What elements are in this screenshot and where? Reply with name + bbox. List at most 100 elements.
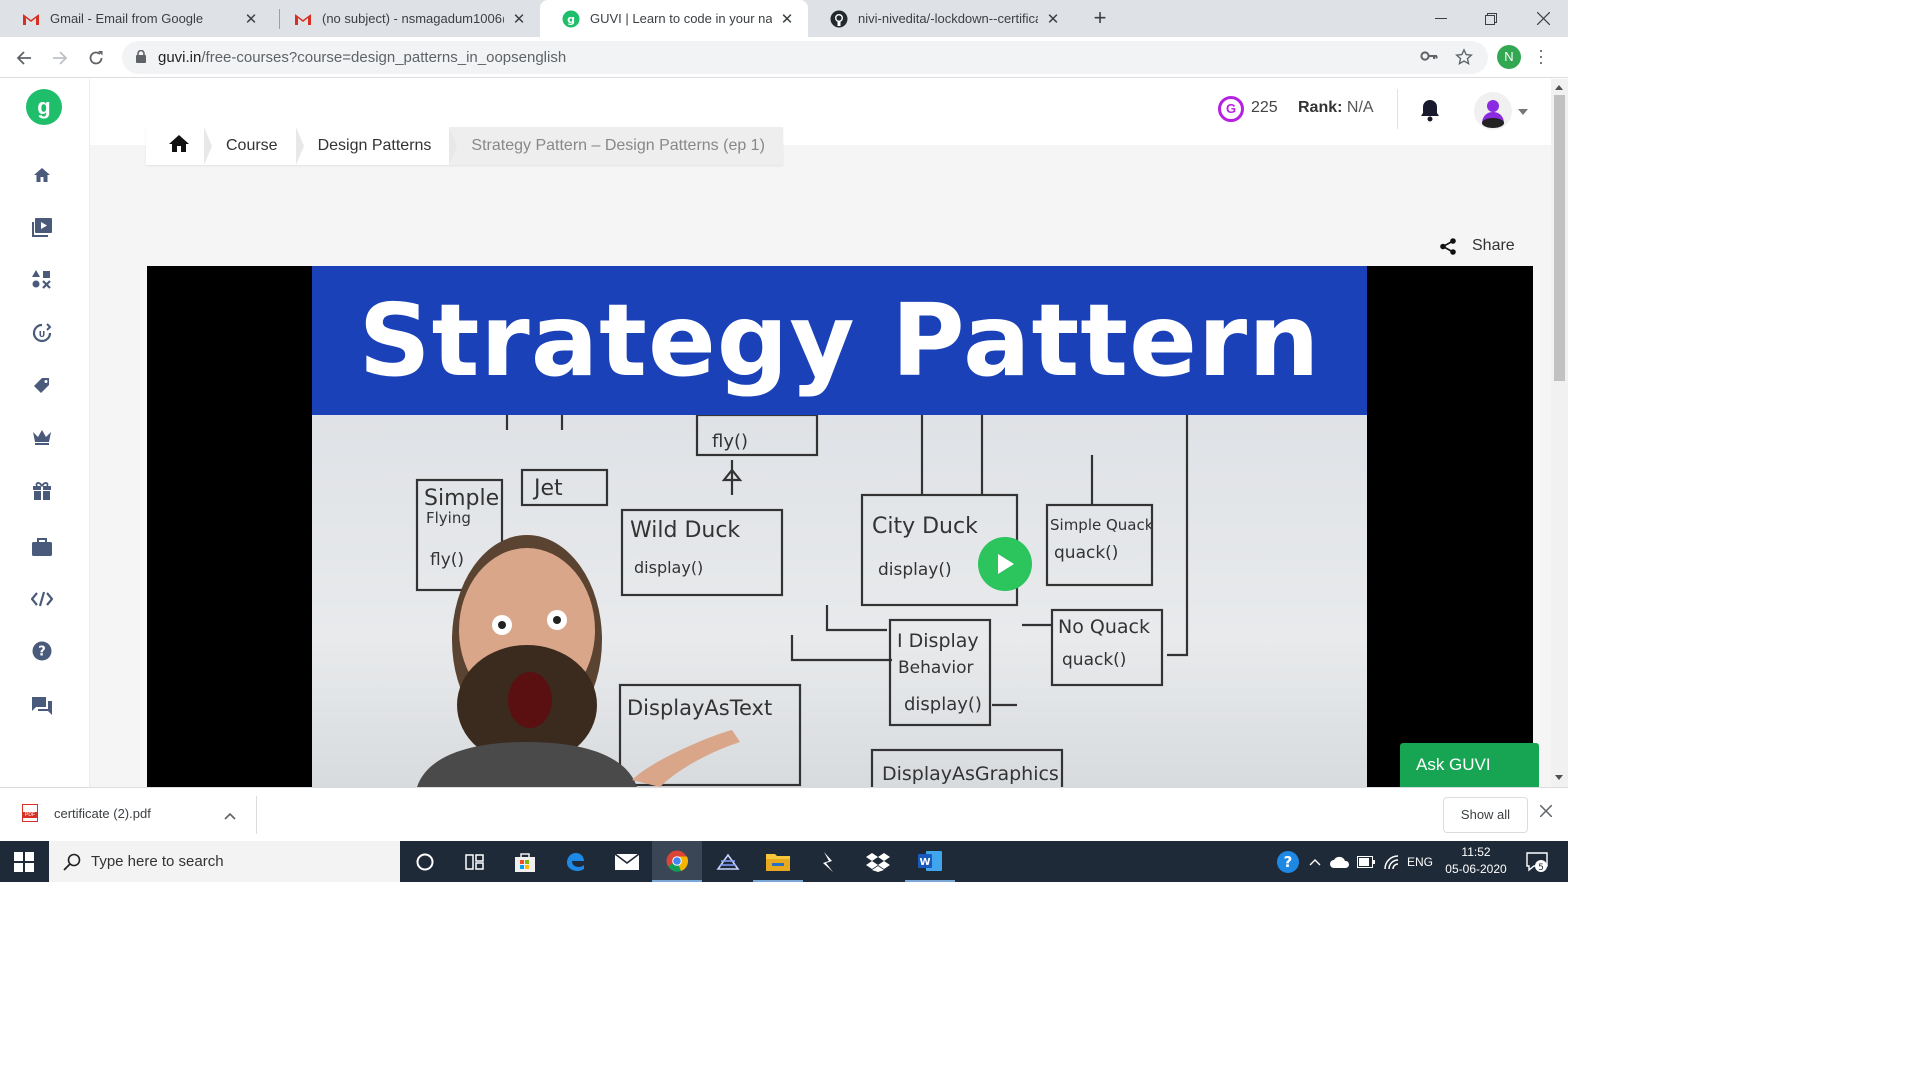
close-window-icon[interactable] xyxy=(1518,0,1568,37)
store-icon[interactable] xyxy=(500,841,550,882)
tab-no-subject[interactable]: (no subject) - nsmagadum1006@ ✕ xyxy=(272,0,540,37)
download-item[interactable]: certificate (2).pdf xyxy=(22,804,151,822)
tag-icon[interactable] xyxy=(31,375,53,397)
pdf-file-icon xyxy=(22,804,38,822)
webinar-icon[interactable]: U xyxy=(31,322,53,344)
action-center-icon[interactable]: 5 xyxy=(1526,851,1548,878)
share-label: Share xyxy=(1472,237,1515,254)
windows-start-icon[interactable] xyxy=(14,852,34,877)
svg-text:Flying: Flying xyxy=(426,509,471,527)
guvi-logo[interactable]: g xyxy=(26,89,62,125)
share-icon xyxy=(1440,237,1456,255)
chevron-up-icon[interactable] xyxy=(224,808,236,823)
scroll-down-arrow-icon[interactable] xyxy=(1555,775,1563,780)
url-path: /free-courses?course=design_patterns_in_… xyxy=(201,49,567,66)
chat-icon[interactable] xyxy=(31,695,53,717)
page-scrollbar[interactable] xyxy=(1551,79,1568,787)
help-icon[interactable]: ? xyxy=(31,640,53,662)
forward-arrow-icon[interactable] xyxy=(47,45,73,71)
browser-menu-icon[interactable]: · · · xyxy=(1538,41,1544,71)
help-tray-icon[interactable]: ? xyxy=(1276,841,1300,882)
edge-icon[interactable] xyxy=(550,841,600,882)
play-icon xyxy=(998,554,1014,574)
windows-taskbar: Type here to search W ? ENG 11:52 05-06-… xyxy=(0,841,1568,882)
show-all-button[interactable]: Show all xyxy=(1443,797,1528,833)
wifi-icon[interactable] xyxy=(1383,841,1401,882)
battery-icon[interactable] xyxy=(1357,841,1375,882)
reload-icon[interactable] xyxy=(83,45,109,71)
star-icon[interactable] xyxy=(1455,48,1473,71)
scroll-up-arrow-icon[interactable] xyxy=(1555,85,1563,90)
task-view-icon[interactable] xyxy=(450,841,500,882)
whiteboard-image: Simple Flying Jet Wild Duck display() Ci… xyxy=(312,413,1367,787)
svg-text:fly(): fly() xyxy=(430,550,464,570)
tab-guvi[interactable]: g GUVI | Learn to code in your nati ✕ xyxy=(540,0,808,37)
system-clock[interactable]: 11:52 05-06-2020 xyxy=(1440,844,1512,878)
video-player[interactable]: Strategy Pattern Simple Flying Jet Wild … xyxy=(147,266,1533,787)
chrome-icon[interactable] xyxy=(652,841,702,882)
cortana-icon[interactable] xyxy=(400,841,450,882)
svg-text:display(): display() xyxy=(634,558,703,577)
gift-icon[interactable] xyxy=(31,479,53,501)
onedrive-icon[interactable] xyxy=(1330,841,1350,882)
video-library-icon[interactable] xyxy=(31,216,53,238)
svg-text:quack(): quack() xyxy=(1054,543,1118,563)
tab-github[interactable]: nivi-nivedita/-lockdown--certifica ✕ xyxy=(808,0,1074,37)
app-icon-bolt[interactable] xyxy=(803,841,853,882)
app-icon-stars[interactable] xyxy=(703,841,753,882)
tab-gmail[interactable]: Gmail - Email from Google ✕ xyxy=(0,0,272,37)
breadcrumb-course[interactable]: Course xyxy=(204,127,304,165)
profile-avatar[interactable]: N xyxy=(1497,45,1521,69)
close-tab-icon[interactable]: ✕ xyxy=(778,10,796,28)
svg-text:quack(): quack() xyxy=(1062,650,1126,670)
rank-display: Rank: N/A xyxy=(1298,99,1374,117)
file-explorer-icon[interactable] xyxy=(753,841,803,882)
url-text: guvi.in/free-courses?course=design_patte… xyxy=(158,49,566,66)
close-download-bar-icon[interactable] xyxy=(1539,804,1553,822)
lock-icon xyxy=(136,49,146,68)
video-title-banner: Strategy Pattern xyxy=(312,266,1367,415)
play-button[interactable] xyxy=(978,537,1032,591)
svg-text:Wild Duck: Wild Duck xyxy=(630,518,740,543)
points-badge-icon: G xyxy=(1218,96,1244,122)
svg-text:I Display: I Display xyxy=(897,630,979,652)
url-host: guvi.in xyxy=(158,49,202,66)
key-icon[interactable] xyxy=(1420,49,1438,68)
home-icon[interactable] xyxy=(31,164,53,186)
svg-text:display(): display() xyxy=(904,694,982,715)
crown-icon[interactable] xyxy=(31,426,53,448)
code-icon[interactable] xyxy=(31,588,53,610)
ask-guvi-button[interactable]: Ask GUVI xyxy=(1400,743,1539,787)
address-bar[interactable]: guvi.in/free-courses?course=design_patte… xyxy=(122,41,1488,74)
word-icon[interactable]: W xyxy=(905,841,955,882)
svg-text:DisplayAsText: DisplayAsText xyxy=(627,696,772,720)
back-arrow-icon[interactable] xyxy=(11,45,37,71)
mail-icon[interactable] xyxy=(602,841,652,882)
briefcase-icon[interactable] xyxy=(31,536,53,558)
minimize-icon[interactable] xyxy=(1416,0,1466,37)
close-tab-icon[interactable]: ✕ xyxy=(510,10,528,28)
header-divider xyxy=(1397,89,1398,129)
close-tab-icon[interactable]: ✕ xyxy=(242,10,260,28)
taskbar-search-box[interactable]: Type here to search xyxy=(49,841,400,882)
notification-bell-icon[interactable] xyxy=(1420,98,1440,127)
user-avatar[interactable] xyxy=(1474,92,1512,130)
breadcrumb-design-patterns[interactable]: Design Patterns xyxy=(296,127,458,165)
svg-text:Simple Quack: Simple Quack xyxy=(1050,516,1154,534)
chevron-down-icon[interactable] xyxy=(1518,109,1528,115)
share-button[interactable]: Share xyxy=(1440,237,1515,255)
sidebar: g U ? xyxy=(0,79,90,787)
restore-icon[interactable] xyxy=(1466,0,1516,37)
svg-text:W: W xyxy=(919,857,930,868)
breadcrumb-home[interactable] xyxy=(146,127,212,165)
tray-expand-icon[interactable] xyxy=(1309,841,1321,882)
quiz-icon[interactable] xyxy=(31,268,53,290)
new-tab-button[interactable]: + xyxy=(1086,4,1114,32)
download-bar: certificate (2).pdf Show all xyxy=(0,787,1568,841)
close-tab-icon[interactable]: ✕ xyxy=(1044,10,1062,28)
clock-time: 11:52 xyxy=(1461,845,1491,859)
scrollbar-thumb[interactable] xyxy=(1554,95,1565,381)
language-indicator[interactable]: ENG xyxy=(1407,841,1433,882)
home-icon xyxy=(168,134,190,158)
dropbox-icon[interactable] xyxy=(853,841,903,882)
